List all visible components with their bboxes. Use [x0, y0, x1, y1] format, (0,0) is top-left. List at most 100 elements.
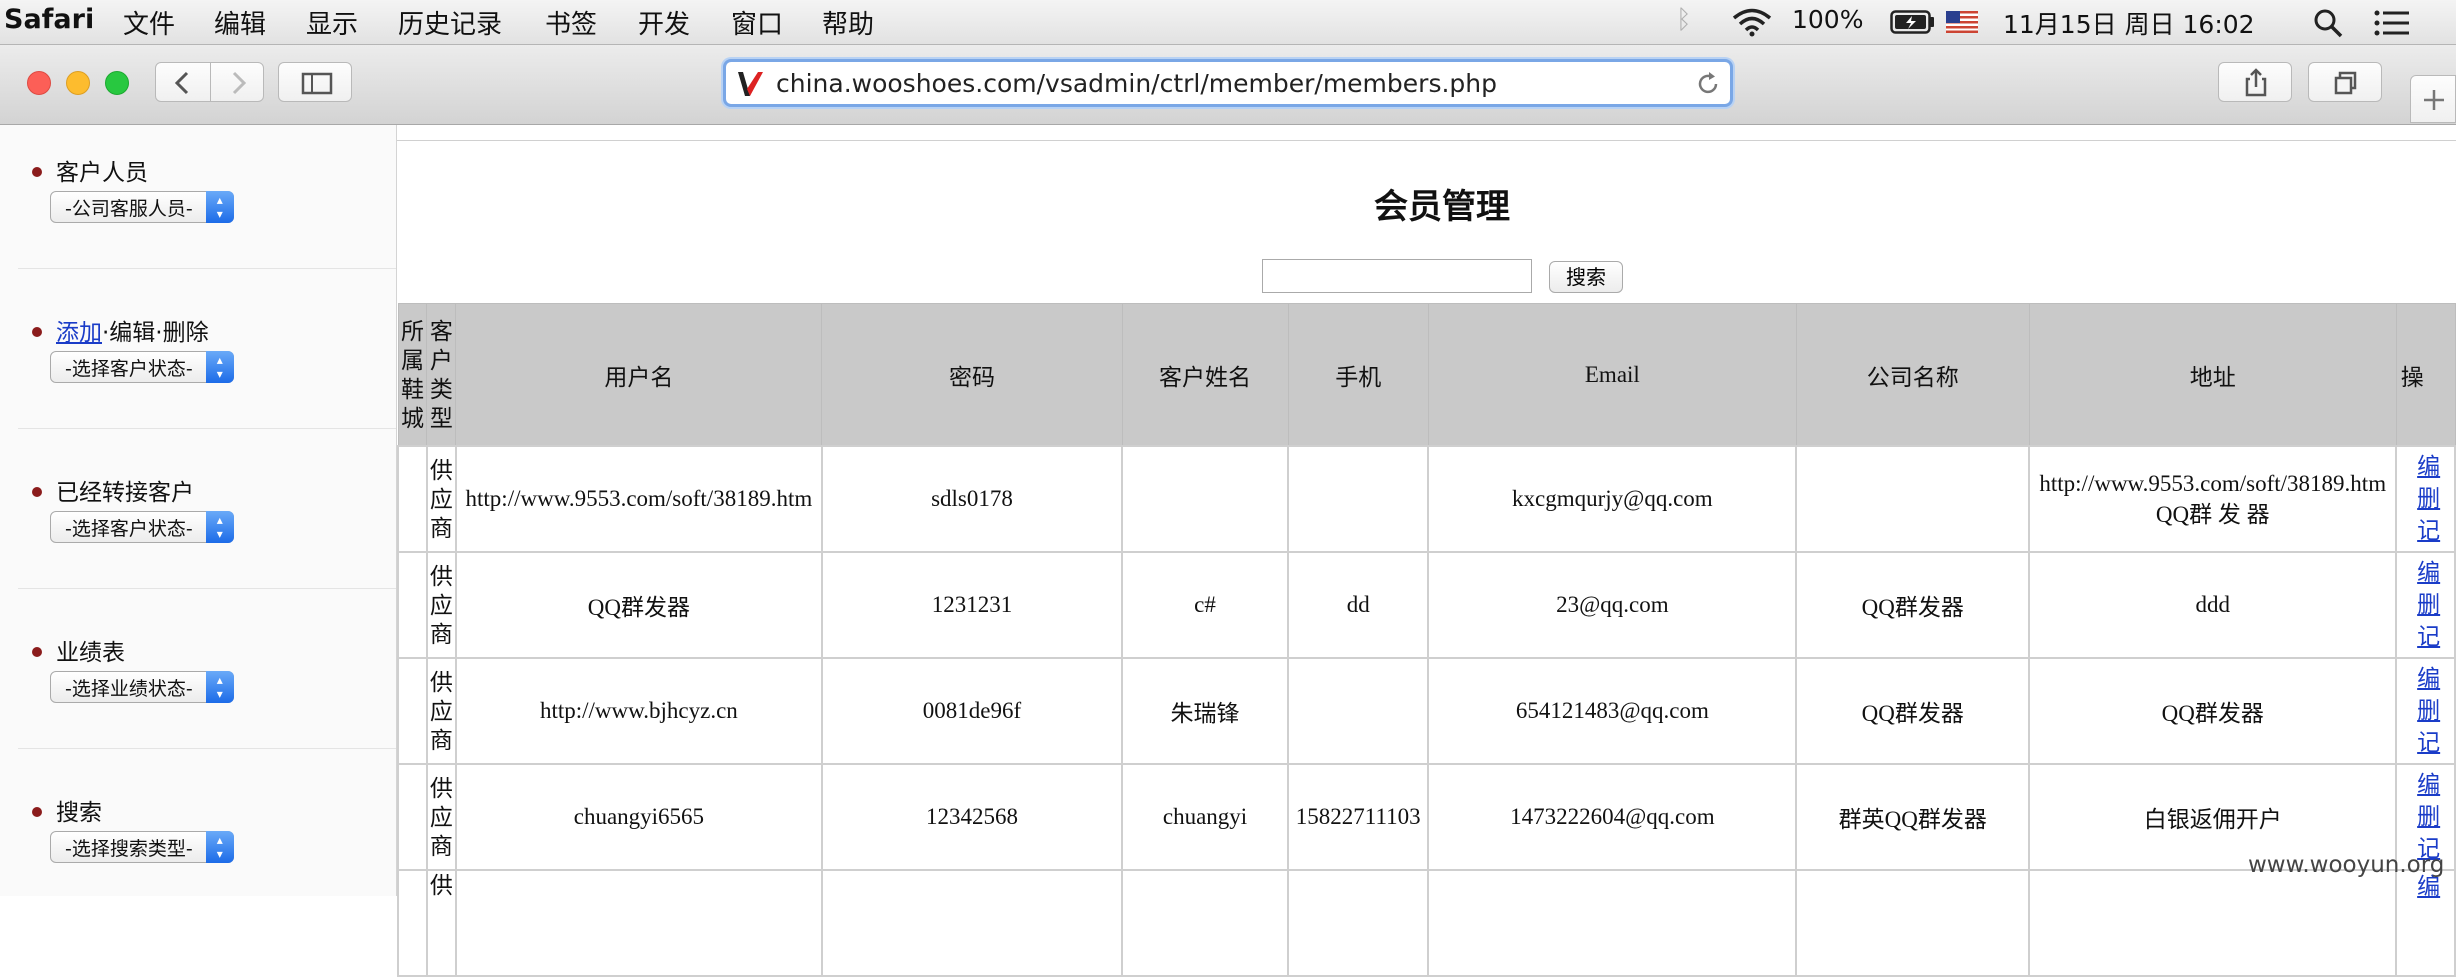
cell-company: QQ群发器 — [1795, 551, 2031, 659]
menubar-clock[interactable]: 11月15日 周日 16:02 — [2003, 5, 2255, 41]
bullet-icon — [32, 327, 42, 337]
select-arrows-icon: ▴ ▾ — [205, 511, 234, 543]
record-link[interactable]: 记 — [2403, 515, 2453, 547]
show-tabs-button[interactable] — [2308, 62, 2382, 102]
notification-center-icon[interactable] — [2374, 10, 2410, 36]
menu-edit[interactable]: 编辑 — [214, 4, 266, 41]
cell-ops: 编删记 — [2395, 657, 2456, 765]
sidebar-icon — [301, 72, 333, 95]
cell-name: chuangyi — [1121, 763, 1290, 871]
edit-link[interactable]: 编 — [2403, 557, 2453, 589]
tabs-overview-icon — [2334, 71, 2357, 95]
record-link[interactable]: 记 — [2403, 727, 2453, 759]
col-header-email: Email — [1427, 303, 1797, 447]
watermark: www.wooyun.org — [2248, 852, 2445, 878]
zoom-window-button[interactable] — [105, 71, 129, 95]
new-tab-button[interactable] — [2410, 75, 2456, 123]
cell-username — [454, 869, 823, 977]
record-link[interactable]: 记 — [2403, 621, 2453, 653]
sidebar-divider — [18, 748, 396, 749]
add-customer-link[interactable]: 添加 — [56, 320, 102, 346]
transferred-status-select[interactable]: -选择客户状态- ▴ ▾ — [50, 511, 234, 543]
bullet-icon — [32, 167, 42, 177]
cell-name — [1121, 445, 1290, 553]
forward-button[interactable] — [210, 62, 264, 102]
col-header-password: 密码 — [821, 303, 1123, 447]
cell-company: QQ群发器 — [1795, 657, 2031, 765]
table-row: 供应商 chuangyi6565 12342568 chuangyi 15822… — [397, 763, 2456, 871]
select-arrows-icon: ▴ ▾ — [205, 831, 234, 863]
sidebar-section-title: 业绩表 — [56, 640, 125, 666]
menu-help[interactable]: 帮助 — [822, 4, 874, 41]
staff-select[interactable]: -公司客服人员- ▴ ▾ — [50, 191, 234, 223]
battery-icon[interactable] — [1890, 10, 1936, 34]
share-icon — [2245, 68, 2267, 97]
menu-file[interactable]: 文件 — [123, 4, 175, 41]
search-type-select[interactable]: -选择搜索类型- ▴ ▾ — [50, 831, 234, 863]
reload-icon[interactable] — [1694, 70, 1722, 98]
search-button[interactable]: 搜索 — [1549, 261, 1623, 293]
close-window-button[interactable] — [27, 71, 51, 95]
cell-password: 12342568 — [820, 763, 1124, 871]
apple-app-menu[interactable]: Safari — [4, 4, 94, 35]
cell-company — [1795, 445, 2031, 553]
plus-icon — [2424, 90, 2444, 110]
col-header-username: 用户名 — [455, 303, 823, 447]
cell-phone: 15822711103 — [1287, 763, 1430, 871]
menu-view[interactable]: 显示 — [306, 4, 358, 41]
menu-window[interactable]: 窗口 — [731, 4, 783, 41]
delete-link[interactable]: 删 — [2403, 483, 2453, 515]
menu-develop[interactable]: 开发 — [638, 4, 690, 41]
menu-bookmarks[interactable]: 书签 — [545, 4, 597, 41]
select-arrows-icon: ▴ ▾ — [205, 671, 234, 703]
bluetooth-icon[interactable]: ᛒ — [1676, 5, 1692, 35]
performance-status-select[interactable]: -选择业绩状态- ▴ ▾ — [50, 671, 234, 703]
edit-link[interactable]: 编 — [2403, 451, 2453, 483]
cell-address: http://www.9553.com/soft/38189.htm QQ群 发 … — [2028, 445, 2398, 553]
delete-link[interactable]: 删 — [2403, 801, 2453, 833]
cell-city — [397, 657, 428, 765]
sidebar-divider — [18, 588, 396, 589]
share-button[interactable] — [2218, 62, 2292, 102]
edit-link[interactable]: 编 — [2403, 663, 2453, 695]
cell-city — [397, 445, 428, 553]
page-title: 会员管理 — [1374, 187, 1510, 227]
cell-type-text: 供应商 — [429, 669, 453, 753]
member-search-input[interactable] — [1262, 259, 1532, 293]
back-button[interactable] — [155, 62, 211, 102]
chevron-right-icon — [232, 71, 247, 95]
col-header-city: 所属鞋城 — [397, 303, 428, 447]
address-bar-url[interactable]: china.wooshoes.com/vsadmin/ctrl/member/m… — [776, 69, 1497, 98]
col-header-type: 客户类型 — [426, 303, 457, 447]
cell-city — [397, 869, 428, 977]
battery-percent: 100% — [1792, 5, 1864, 34]
table-header-row: 所属鞋城 客户类型 用户名 密码 客户姓名 手机 Email 公司名称 地址 操 — [397, 303, 2456, 447]
cell-address: ddd — [2028, 551, 2398, 659]
select-arrows-icon: ▴ ▾ — [205, 191, 234, 223]
cell-username: chuangyi6565 — [454, 763, 823, 871]
bullet-icon — [32, 807, 42, 817]
address-bar[interactable]: china.wooshoes.com/vsadmin/ctrl/member/m… — [723, 59, 1733, 107]
edit-link[interactable]: 编 — [2403, 769, 2453, 801]
cell-password: 0081de96f — [820, 657, 1124, 765]
cell-type: 供 — [425, 869, 457, 977]
delete-link[interactable]: 删 — [2403, 589, 2453, 621]
us-flag-input-icon[interactable] — [1946, 11, 1978, 33]
minimize-window-button[interactable] — [66, 71, 90, 95]
staff-select-value: -公司客服人员- — [65, 198, 193, 220]
wifi-icon[interactable] — [1732, 7, 1772, 37]
cell-phone — [1287, 445, 1430, 553]
select-arrows-icon: ▴ ▾ — [205, 351, 234, 383]
customer-status-select[interactable]: -选择客户状态- ▴ ▾ — [50, 351, 234, 383]
cell-username: http://www.9553.com/soft/38189.htm — [454, 445, 823, 553]
sidebar-section-title: 添加·编辑·删除 — [56, 313, 209, 347]
sidebar-divider — [18, 428, 396, 429]
sidebar-toggle-button[interactable] — [278, 62, 352, 102]
mac-menu-bar: Safari 文件 编辑 显示 历史记录 书签 开发 窗口 帮助 ᛒ 100% … — [0, 0, 2456, 45]
cell-type: 供应商 — [425, 657, 457, 765]
menu-history[interactable]: 历史记录 — [398, 4, 502, 41]
cell-name — [1121, 869, 1290, 977]
spotlight-search-icon[interactable] — [2313, 8, 2343, 38]
delete-link[interactable]: 删 — [2403, 695, 2453, 727]
col-header-phone: 手机 — [1287, 303, 1429, 447]
